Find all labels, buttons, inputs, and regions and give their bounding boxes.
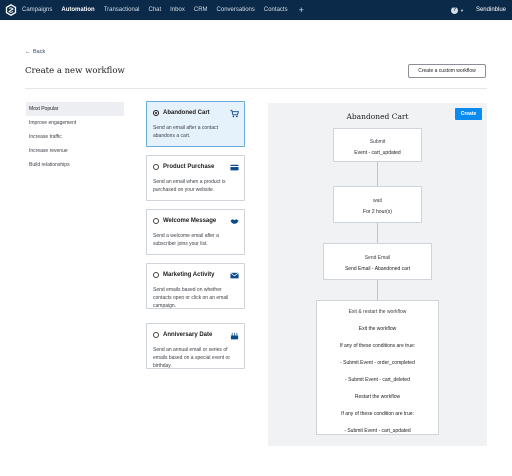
nav-inbox[interactable]: Inbox (170, 7, 185, 13)
step-label: Send Email (364, 255, 391, 261)
card-title: Product Purchase (163, 164, 215, 170)
exit-line: - Submit Event - cart_updated (344, 428, 411, 434)
card-description: Send an email after a contact abandons a… (153, 125, 219, 139)
step-detail: For 2 hour(s) (363, 209, 392, 215)
category-sidebar: Most Popular Improve engagement Increase… (26, 102, 124, 172)
top-nav: Campaigns Automation Transactional Chat … (0, 0, 512, 20)
template-card-welcome-message[interactable]: Welcome Message Send a welcome email aft… (146, 209, 245, 255)
nav-chat[interactable]: Chat (148, 7, 161, 13)
connector-line (377, 223, 378, 243)
exit-line: Restart the workflow (354, 394, 401, 400)
create-custom-workflow-button[interactable]: Create a custom workflow (408, 64, 486, 78)
nav-crm[interactable]: CRM (194, 7, 208, 13)
card-title: Marketing Activity (163, 272, 215, 278)
nav-campaigns[interactable]: Campaigns (22, 7, 52, 13)
arrow-left-icon: ← (25, 49, 31, 55)
card-description: Send an email when a product is purchase… (153, 179, 226, 193)
card-description: Send an annual email or series of emails… (153, 347, 230, 369)
card-description: Send a welcome email after a subscriber … (153, 233, 219, 247)
connector-line (377, 162, 378, 186)
exit-line: - Submit Event - cart_deleted (345, 377, 410, 383)
template-card-abandoned-cart[interactable]: Abandoned Cart Send an email after a con… (146, 101, 245, 147)
card-title: Anniversary Date (163, 332, 213, 338)
sidebar-item-build-relationships[interactable]: Build relationships (26, 158, 124, 172)
template-card-product-purchase[interactable]: Product Purchase Send an email when a pr… (146, 155, 245, 201)
workflow-step-wait: wait For 2 hour(s) (333, 186, 422, 223)
step-detail: Send Email - Abandoned cart (344, 266, 411, 272)
nav-conversations[interactable]: Conversations (217, 7, 255, 13)
sidebar-item-most-popular[interactable]: Most Popular (26, 102, 124, 116)
radio-unselected[interactable] (153, 164, 159, 170)
back-link[interactable]: ← Back (25, 49, 45, 55)
exit-line: Exit the workflow (358, 326, 397, 332)
nav-automation[interactable]: Automation (61, 7, 94, 13)
workflow-step-submit: Submit Event - cart_updated (333, 128, 422, 162)
chevron-down-icon[interactable]: ▼ (460, 8, 464, 13)
birthday-cake-icon (230, 331, 239, 340)
workflow-step-send-email: Send Email Send Email - Abandoned cart (323, 243, 432, 280)
sidebar-item-increase-revenue[interactable]: Increase revenue (26, 144, 124, 158)
back-label: Back (33, 49, 46, 55)
step-label: wait (373, 198, 382, 204)
nav-transactional[interactable]: Transactional (104, 7, 140, 13)
cart-icon (230, 109, 239, 118)
radio-selected[interactable] (153, 110, 159, 116)
envelope-icon (230, 271, 239, 280)
card-description: Send emails based on whether contacts op… (153, 287, 229, 309)
page-title: Create a new workflow (25, 66, 125, 76)
account-name[interactable]: Sendinblue (476, 7, 506, 13)
exit-heading: Exit & restart the workflow (348, 309, 407, 315)
connector-line (377, 280, 378, 300)
workflow-exit-restart-block: Exit & restart the workflow Exit the wor… (316, 300, 439, 435)
radio-unselected[interactable] (153, 218, 159, 224)
card-title: Welcome Message (163, 218, 217, 224)
step-label: Submit (369, 139, 386, 145)
workflow-preview-panel: Abandoned Cart Create Submit Event - car… (268, 103, 487, 446)
template-card-anniversary-date[interactable]: Anniversary Date Send an annual email or… (146, 323, 245, 369)
create-button[interactable]: Create (455, 108, 482, 120)
nav-right: ? ▼ Sendinblue (451, 0, 506, 20)
sidebar-item-improve-engagement[interactable]: Improve engagement (26, 116, 124, 130)
add-icon[interactable]: + (299, 5, 304, 15)
exit-line: If any of these conditions are true: (339, 343, 416, 349)
exit-line: - Submit Event - order_completed (340, 360, 415, 366)
nav-contacts[interactable]: Contacts (264, 7, 288, 13)
radio-unselected[interactable] (153, 332, 159, 338)
divider (25, 88, 487, 89)
credit-card-icon (230, 163, 239, 172)
sendinblue-logo-icon[interactable] (5, 4, 17, 16)
sidebar-item-increase-traffic[interactable]: Increase traffic (26, 130, 124, 144)
exit-line: If any of these condition are true: (341, 411, 414, 417)
radio-unselected[interactable] (153, 272, 159, 278)
help-icon[interactable]: ? (451, 6, 458, 14)
template-card-marketing-activity[interactable]: Marketing Activity Send emails based on … (146, 263, 245, 309)
card-title: Abandoned Cart (163, 110, 210, 116)
handshake-icon (230, 217, 239, 226)
step-detail: Event - cart_updated (354, 150, 401, 156)
